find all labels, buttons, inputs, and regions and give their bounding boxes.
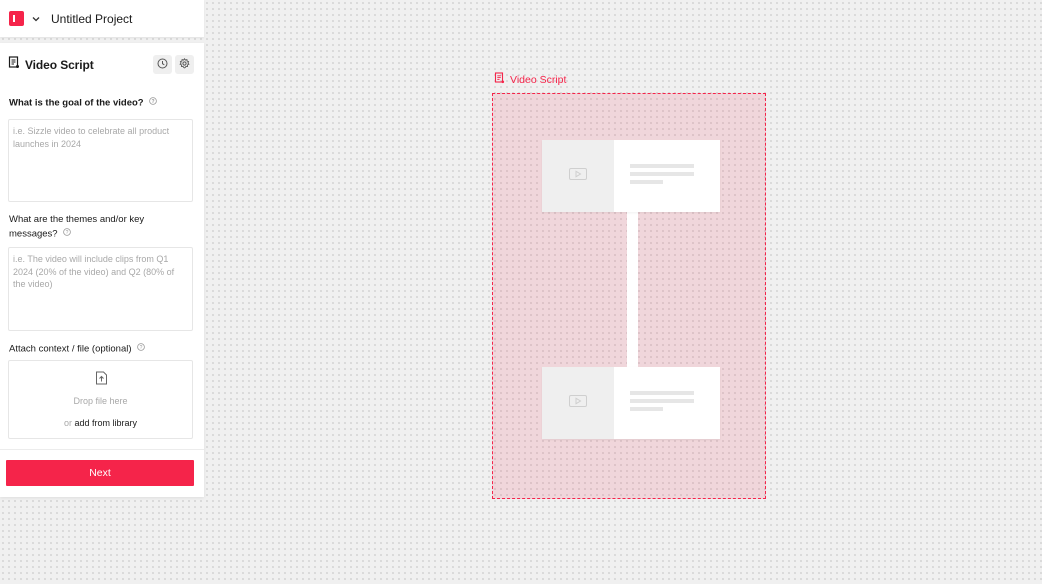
help-icon[interactable]: ? xyxy=(63,227,72,241)
clock-icon xyxy=(157,56,168,74)
frame-label[interactable]: Video Script xyxy=(494,72,566,87)
svg-text:?: ? xyxy=(66,230,69,236)
themes-question-line1: What are the themes and/or key xyxy=(9,214,145,225)
scene-text-placeholder xyxy=(614,367,720,439)
scene-connector xyxy=(627,211,638,367)
svg-text:?: ? xyxy=(152,99,155,105)
frame-label-text: Video Script xyxy=(510,73,567,86)
video-play-icon xyxy=(569,394,587,412)
app-logo-icon[interactable] xyxy=(9,11,24,26)
goal-placeholder: i.e. Sizzle video to celebrate all produ… xyxy=(13,126,170,149)
divider xyxy=(0,449,204,450)
panel-header: Video Script xyxy=(8,55,194,75)
help-icon[interactable]: ? xyxy=(137,342,145,356)
video-script-panel: Video Script What is the goal of the vid… xyxy=(0,43,204,497)
or-text: or xyxy=(63,418,72,428)
scene-card[interactable] xyxy=(542,140,720,212)
upload-file-icon xyxy=(95,371,108,390)
themes-placeholder: i.e. The video will include clips from Q… xyxy=(13,254,175,289)
script-icon xyxy=(494,72,505,87)
help-icon[interactable]: ? xyxy=(149,96,158,110)
attach-label: Attach context / file (optional) ? xyxy=(9,342,145,357)
history-button[interactable] xyxy=(153,55,172,74)
project-title[interactable]: Untitled Project xyxy=(51,12,132,26)
themes-question-label: What are the themes and/or key messages?… xyxy=(9,213,144,242)
file-dropzone[interactable]: Drop file here or add from library xyxy=(8,360,193,439)
library-line: or add from library xyxy=(9,418,192,428)
scene-thumbnail xyxy=(542,140,614,212)
drop-file-text: Drop file here xyxy=(73,396,128,406)
themes-question-line2: messages? xyxy=(9,228,58,240)
goal-question-text: What is the goal of the video? xyxy=(9,97,144,109)
goal-textarea[interactable]: i.e. Sizzle video to celebrate all produ… xyxy=(8,119,193,202)
video-play-icon xyxy=(569,167,587,185)
next-button[interactable]: Next xyxy=(6,460,194,486)
goal-question-label: What is the goal of the video? ? xyxy=(9,96,158,111)
project-header: Untitled Project xyxy=(0,0,204,37)
attach-label-text: Attach context / file (optional) xyxy=(9,343,132,355)
add-from-library-link[interactable]: add from library xyxy=(75,418,138,428)
scene-card[interactable] xyxy=(542,367,720,439)
themes-textarea[interactable]: i.e. The video will include clips from Q… xyxy=(8,247,193,331)
gear-icon xyxy=(179,56,190,74)
chevron-down-icon[interactable] xyxy=(31,14,41,24)
panel-title: Video Script xyxy=(25,58,94,72)
scene-text-placeholder xyxy=(614,140,720,212)
script-icon xyxy=(8,56,20,74)
svg-text:?: ? xyxy=(140,345,143,351)
settings-button[interactable] xyxy=(175,55,194,74)
scene-thumbnail xyxy=(542,367,614,439)
